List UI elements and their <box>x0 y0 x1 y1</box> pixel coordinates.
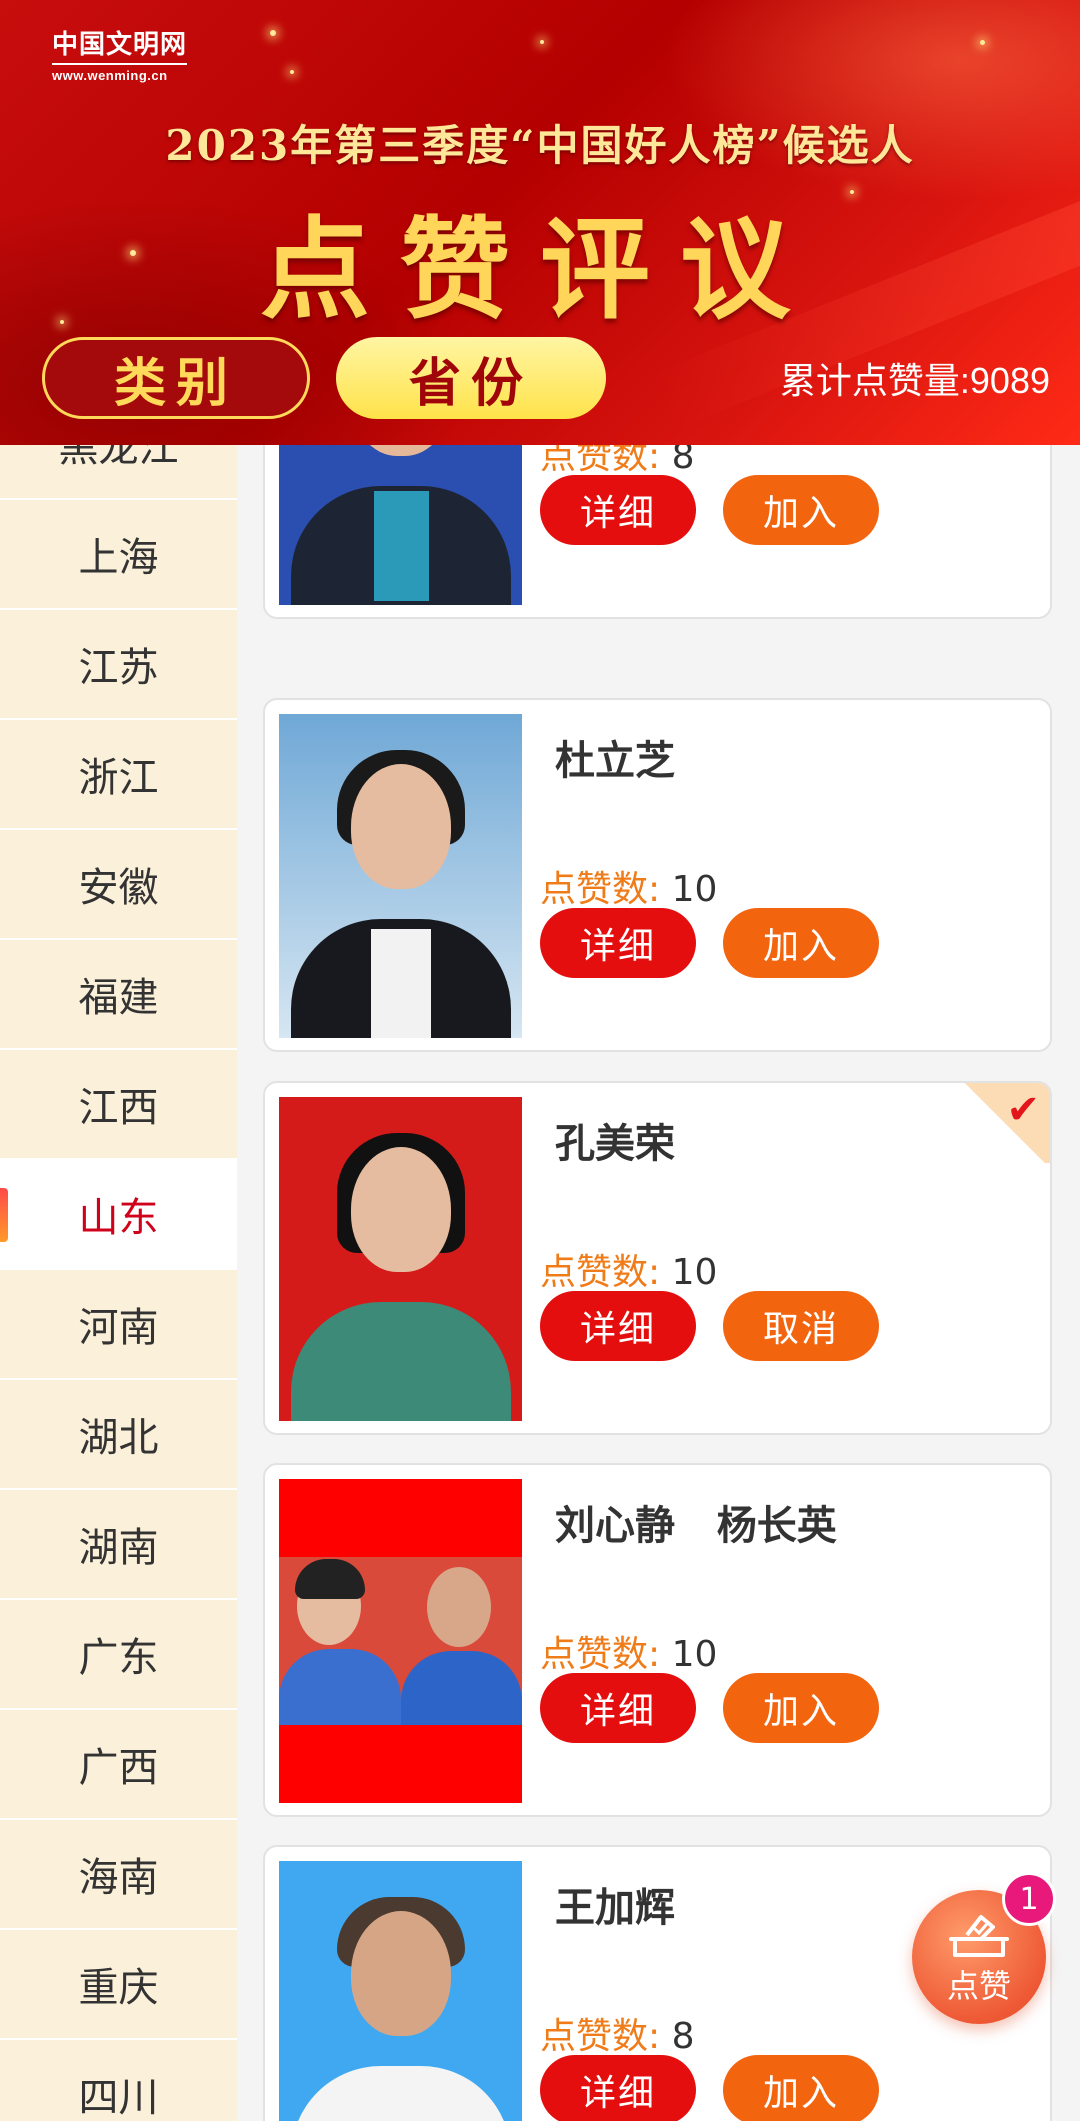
sidebar-item-label: 安徽 <box>78 865 159 911</box>
province-list: 黑龙江上海江苏浙江安徽福建江西山东河南湖北湖南广东广西海南重庆四川 <box>0 445 237 2121</box>
sparkle <box>540 40 544 44</box>
detail-button[interactable]: 详细 <box>540 1291 696 1361</box>
checkmark-icon: ✔ <box>1006 1087 1040 1133</box>
sidebar-item-label: 广西 <box>78 1745 159 1791</box>
candidate-list[interactable]: 点赞数: 8 详细 加入 杜立芝 点赞数: 10 详细 加入 孔美荣 点赞数: <box>237 445 1080 2121</box>
province-sidebar[interactable]: 黑龙江上海江苏浙江安徽福建江西山东河南湖北湖南广东广西海南重庆四川 <box>0 445 237 2121</box>
sidebar-item-province[interactable]: 黑龙江 <box>0 445 237 500</box>
likes-count: 点赞数: 10 <box>540 1625 717 1677</box>
sidebar-item-label: 湖南 <box>78 1525 159 1571</box>
likes-label: 点赞数: <box>540 1634 661 1675</box>
sidebar-item-province[interactable]: 湖南 <box>0 1490 237 1600</box>
sidebar-item-province[interactable]: 安徽 <box>0 830 237 940</box>
likes-count: 点赞数: 8 <box>540 2007 695 2059</box>
ballot-box-icon <box>949 1915 1009 1957</box>
sidebar-item-label: 湖北 <box>78 1415 159 1461</box>
candidate-card: 刘心静 杨长英 点赞数: 10 详细 加入 <box>263 1463 1052 1817</box>
selected-marker: ✔ <box>960 1083 1050 1163</box>
likes-value: 10 <box>671 869 718 910</box>
detail-button[interactable]: 详细 <box>540 475 696 545</box>
sidebar-item-province[interactable]: 山东 <box>0 1160 237 1270</box>
total-likes-counter: 累计点赞量:9089 <box>779 360 1050 401</box>
sidebar-item-province[interactable]: 福建 <box>0 940 237 1050</box>
candidate-name: 孔美荣 <box>555 1121 675 1167</box>
sidebar-item-label: 海南 <box>78 1855 159 1901</box>
likes-count: 点赞数: 8 <box>540 445 695 479</box>
logo-url: www.wenming.cn <box>52 68 168 83</box>
sparkle <box>290 70 294 74</box>
header-banner: 中国文明网 www.wenming.cn 2023年第三季度“中国好人榜”候选人… <box>0 0 1080 445</box>
likes-label: 点赞数: <box>540 445 661 477</box>
cancel-button[interactable]: 取消 <box>723 1291 879 1361</box>
sidebar-item-label: 广东 <box>78 1635 159 1681</box>
sparkle <box>270 30 276 36</box>
likes-label: 点赞数: <box>540 2016 661 2057</box>
join-button[interactable]: 加入 <box>723 908 879 978</box>
sidebar-item-label: 黑龙江 <box>58 445 179 471</box>
join-button[interactable]: 加入 <box>723 2055 879 2121</box>
sidebar-item-label: 重庆 <box>78 1965 159 2011</box>
sidebar-item-province[interactable]: 江苏 <box>0 610 237 720</box>
sidebar-item-label: 四川 <box>78 2075 159 2121</box>
sidebar-item-province[interactable]: 浙江 <box>0 720 237 830</box>
candidate-name: 刘心静 杨长英 <box>555 1503 837 1549</box>
sidebar-item-province[interactable]: 海南 <box>0 1820 237 1930</box>
likes-label: 点赞数: <box>540 1252 661 1293</box>
likes-count: 点赞数: 10 <box>540 1243 717 1295</box>
candidate-photo <box>279 714 522 1038</box>
join-button[interactable]: 加入 <box>723 1673 879 1743</box>
candidate-card: 点赞数: 8 详细 加入 <box>263 445 1052 619</box>
sidebar-item-label: 浙江 <box>78 755 159 801</box>
tab-category[interactable]: 类别 <box>42 337 310 419</box>
likes-value: 8 <box>671 445 695 477</box>
detail-button[interactable]: 详细 <box>540 908 696 978</box>
banner-title: 点赞评议 <box>260 205 820 334</box>
wenming-logo: 中国文明网 www.wenming.cn <box>52 24 188 83</box>
logo-text: 中国文明网 <box>52 24 188 65</box>
candidate-name: 杜立芝 <box>555 738 675 784</box>
sidebar-item-province[interactable]: 河南 <box>0 1270 237 1380</box>
detail-button[interactable]: 详细 <box>540 1673 696 1743</box>
detail-button[interactable]: 详细 <box>540 2055 696 2121</box>
fab-label: 点赞 <box>946 1967 1011 2005</box>
sidebar-item-label: 福建 <box>78 975 159 1021</box>
candidate-name: 王加辉 <box>555 1885 675 1931</box>
active-indicator <box>0 1188 8 1242</box>
tab-province[interactable]: 省份 <box>336 337 606 419</box>
sparkle <box>980 40 985 45</box>
sidebar-item-province[interactable]: 湖北 <box>0 1380 237 1490</box>
likes-value: 10 <box>671 1634 718 1675</box>
candidate-photo <box>279 445 522 605</box>
candidate-card: 孔美荣 点赞数: 10 详细 取消 ✔ <box>263 1081 1052 1435</box>
candidate-photo <box>279 1097 522 1421</box>
candidate-card: 杜立芝 点赞数: 10 详细 加入 <box>263 698 1052 1052</box>
likes-count: 点赞数: 10 <box>540 860 717 912</box>
sidebar-item-province[interactable]: 广东 <box>0 1600 237 1710</box>
sidebar-item-label: 河南 <box>78 1305 159 1351</box>
sidebar-item-label: 江西 <box>78 1085 159 1131</box>
likes-value: 10 <box>671 1252 718 1293</box>
banner-subtitle: 2023年第三季度“中国好人榜”候选人 <box>165 121 915 170</box>
likes-label: 点赞数: <box>540 869 661 910</box>
sidebar-item-province[interactable]: 广西 <box>0 1710 237 1820</box>
sidebar-item-province[interactable]: 重庆 <box>0 1930 237 2040</box>
join-button[interactable]: 加入 <box>723 475 879 545</box>
sidebar-item-province[interactable]: 江西 <box>0 1050 237 1160</box>
candidate-photo <box>279 1479 522 1803</box>
sidebar-item-label: 山东 <box>78 1195 159 1241</box>
sidebar-item-province[interactable]: 上海 <box>0 500 237 610</box>
likes-value: 8 <box>671 2016 695 2057</box>
sidebar-item-province[interactable]: 四川 <box>0 2040 237 2121</box>
candidate-photo <box>279 1861 522 2121</box>
selected-count-badge: 1 <box>1002 1872 1056 1926</box>
sidebar-item-label: 上海 <box>78 535 159 581</box>
sidebar-item-label: 江苏 <box>78 645 159 691</box>
